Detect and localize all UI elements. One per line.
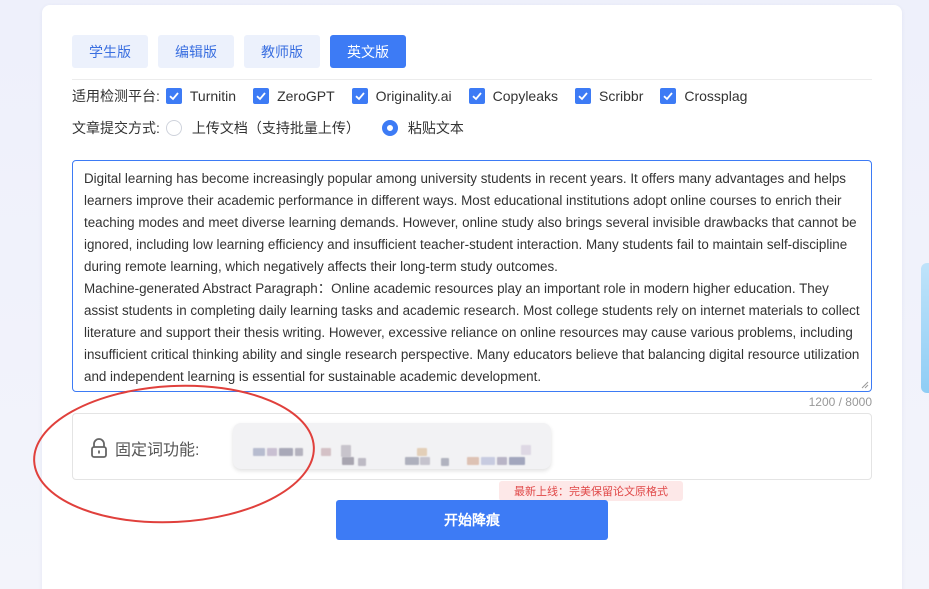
blurred-text	[321, 448, 331, 456]
checkbox-zerogpt[interactable]: ZeroGPT	[253, 88, 335, 104]
checkbox-turnitin[interactable]: Turnitin	[165, 88, 237, 104]
new-feature-tag: 最新上线：完美保留论文原格式	[499, 481, 683, 501]
blurred-text	[481, 457, 495, 465]
platforms-row: 适用检测平台: Turnitin ZeroGPT Originality.ai …	[72, 86, 764, 106]
divider	[72, 79, 872, 80]
check-icon	[351, 88, 368, 104]
main-card: 学生版 编辑版 教师版 英文版 适用检测平台: Turnitin ZeroGPT…	[42, 5, 902, 589]
check-icon	[165, 88, 182, 104]
text-input[interactable]: Digital learning has become increasingly…	[73, 161, 871, 391]
char-counter: 1200 / 8000	[808, 395, 872, 409]
blurred-text	[405, 457, 419, 465]
check-icon	[575, 88, 592, 104]
submit-method-label: 文章提交方式:	[72, 120, 160, 136]
blurred-text	[417, 448, 427, 456]
resize-handle-icon[interactable]	[861, 381, 869, 389]
blurred-text	[467, 457, 479, 465]
fixed-words-label-group: 固定词功能:	[89, 436, 199, 460]
submit-method-row: 文章提交方式: 上传文档（支持批量上传） 粘贴文本	[72, 118, 486, 138]
radio-circle	[165, 120, 182, 136]
side-float-tab[interactable]	[921, 263, 929, 393]
radio-paste-text[interactable]: 粘贴文本	[381, 118, 464, 138]
tab-english[interactable]: 英文版	[330, 35, 406, 68]
checkbox-copyleaks[interactable]: Copyleaks	[468, 88, 559, 104]
blurred-text	[420, 457, 430, 465]
blurred-text	[295, 448, 303, 456]
tab-teacher[interactable]: 教师版	[244, 35, 320, 68]
radio-circle	[381, 120, 398, 136]
version-tabs: 学生版 编辑版 教师版 英文版	[72, 35, 406, 68]
blurred-text	[497, 457, 507, 465]
checkbox-crossplag[interactable]: Crossplag	[660, 88, 747, 104]
check-icon	[660, 88, 677, 104]
blurred-text	[509, 457, 525, 465]
checkbox-label: Turnitin	[189, 88, 237, 104]
blurred-text	[279, 448, 293, 456]
checkbox-label: Originality.ai	[375, 88, 452, 104]
fixed-words-label: 固定词功能:	[115, 442, 200, 459]
blurred-text	[341, 445, 351, 457]
check-icon	[468, 88, 485, 104]
tab-student[interactable]: 学生版	[72, 35, 148, 68]
blurred-text	[441, 458, 449, 466]
checkbox-label: ZeroGPT	[277, 88, 335, 104]
radio-label: 上传文档（支持批量上传）	[191, 120, 360, 136]
blurred-text	[253, 448, 265, 456]
tab-editor[interactable]: 编辑版	[158, 35, 234, 68]
checkbox-originality[interactable]: Originality.ai	[351, 88, 452, 104]
platforms-label: 适用检测平台:	[72, 88, 160, 104]
radio-upload-document[interactable]: 上传文档（支持批量上传）	[165, 118, 360, 138]
blurred-text	[358, 458, 366, 466]
blurred-text	[267, 448, 277, 456]
start-button[interactable]: 开始降痕	[336, 500, 608, 540]
fixed-words-input[interactable]	[233, 423, 551, 469]
fixed-words-panel: 固定词功能:	[72, 413, 872, 480]
checkbox-label: Scribbr	[599, 88, 644, 104]
blurred-text	[521, 445, 531, 455]
checkbox-label: Crossplag	[684, 88, 748, 104]
blurred-text	[342, 457, 354, 465]
lock-icon	[91, 438, 107, 458]
text-editor: Digital learning has become increasingly…	[72, 160, 872, 392]
checkbox-scribbr[interactable]: Scribbr	[575, 88, 643, 104]
checkbox-label: Copyleaks	[492, 88, 559, 104]
check-icon	[253, 88, 270, 104]
radio-label: 粘贴文本	[407, 120, 464, 136]
